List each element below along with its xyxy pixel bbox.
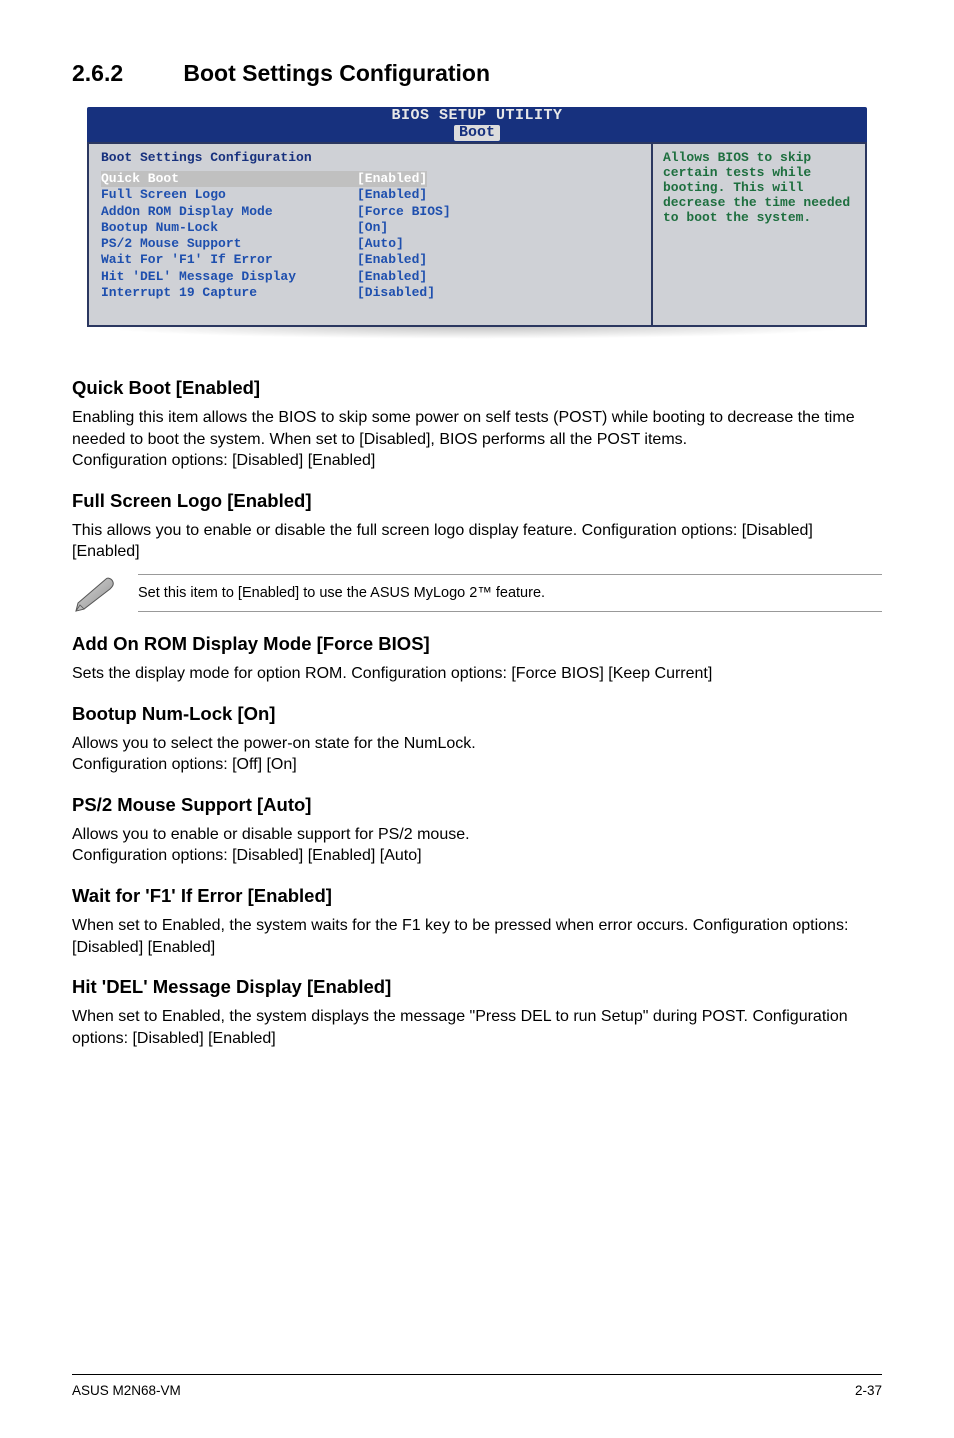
bios-shadow <box>87 327 867 339</box>
bios-row-label: PS/2 Mouse Support <box>101 236 357 252</box>
note-rule-bottom <box>138 611 882 612</box>
subhead-wait-f1: Wait for 'F1' If Error [Enabled] <box>72 885 882 907</box>
note-callout: Set this item to [Enabled] to use the AS… <box>72 573 882 613</box>
body-bootup-numlock: Allows you to select the power-on state … <box>72 733 882 776</box>
bios-row-value: [Force BIOS] <box>357 204 451 220</box>
body-quick-boot: Enabling this item allows the BIOS to sk… <box>72 407 882 472</box>
bios-help-text: Allows BIOS to skip certain tests while … <box>663 150 855 225</box>
bios-row-label: Wait For 'F1' If Error <box>101 252 357 268</box>
bios-row-label: Interrupt 19 Capture <box>101 285 357 301</box>
bios-row-value: [On] <box>357 220 388 236</box>
subhead-addon-rom: Add On ROM Display Mode [Force BIOS] <box>72 633 882 655</box>
subhead-full-screen-logo: Full Screen Logo [Enabled] <box>72 490 882 512</box>
section-title-text: Boot Settings Configuration <box>183 60 490 86</box>
bios-row: PS/2 Mouse Support [Auto] <box>101 236 641 252</box>
bios-row-label: Bootup Num-Lock <box>101 220 357 236</box>
bios-panel-title: Boot Settings Configuration <box>101 150 641 165</box>
bios-row-value: [Enabled] <box>357 269 427 285</box>
bios-row: Bootup Num-Lock [On] <box>101 220 641 236</box>
bios-row-value: [Enabled] <box>357 252 427 268</box>
bios-row: Full Screen Logo [Enabled] <box>101 187 641 203</box>
bios-help-panel: Allows BIOS to skip certain tests while … <box>651 142 867 327</box>
pencil-icon <box>72 573 118 613</box>
body-addon-rom: Sets the display mode for option ROM. Co… <box>72 663 882 685</box>
bios-row-label: Full Screen Logo <box>101 187 357 203</box>
section-header: 2.6.2 Boot Settings Configuration <box>72 60 882 87</box>
bios-row-quick-boot: Quick Boot [Enabled] <box>101 171 641 187</box>
bios-titlebar: BIOS SETUP UTILITY Boot <box>87 107 867 142</box>
bios-row-value: [Disabled] <box>357 285 435 301</box>
bios-row-label: AddOn ROM Display Mode <box>101 204 357 220</box>
page-footer: ASUS M2N68-VM 2-37 <box>72 1374 882 1398</box>
bios-screenshot: BIOS SETUP UTILITY Boot Boot Settings Co… <box>87 107 867 339</box>
subhead-hit-del: Hit 'DEL' Message Display [Enabled] <box>72 976 882 998</box>
bios-row: Interrupt 19 Capture [Disabled] <box>101 285 641 301</box>
bios-row-value: [Enabled] <box>357 187 427 203</box>
body-ps2: Allows you to enable or disable support … <box>72 824 882 867</box>
bios-left-panel: Boot Settings Configuration Quick Boot [… <box>87 142 651 327</box>
footer-right: 2-37 <box>855 1383 882 1398</box>
bios-row-label: Hit 'DEL' Message Display <box>101 269 357 285</box>
body-wait-f1: When set to Enabled, the system waits fo… <box>72 915 882 958</box>
bios-row: AddOn ROM Display Mode [Force BIOS] <box>101 204 641 220</box>
bios-row-label: Quick Boot <box>101 171 357 187</box>
section-number: 2.6.2 <box>72 60 177 87</box>
subhead-bootup-numlock: Bootup Num-Lock [On] <box>72 703 882 725</box>
footer-left: ASUS M2N68-VM <box>72 1383 181 1398</box>
bios-row-value: [Auto] <box>357 236 404 252</box>
bios-row: Wait For 'F1' If Error [Enabled] <box>101 252 641 268</box>
subhead-quick-boot: Quick Boot [Enabled] <box>72 377 882 399</box>
bios-row-value: [Enabled] <box>357 171 427 187</box>
note-text: Set this item to [Enabled] to use the AS… <box>138 575 882 611</box>
bios-row: Hit 'DEL' Message Display [Enabled] <box>101 269 641 285</box>
body-hit-del: When set to Enabled, the system displays… <box>72 1006 882 1049</box>
subhead-ps2: PS/2 Mouse Support [Auto] <box>72 794 882 816</box>
bios-tab-boot: Boot <box>454 125 500 142</box>
body-full-screen-logo: This allows you to enable or disable the… <box>72 520 882 563</box>
bios-utility-title: BIOS SETUP UTILITY <box>87 108 867 125</box>
